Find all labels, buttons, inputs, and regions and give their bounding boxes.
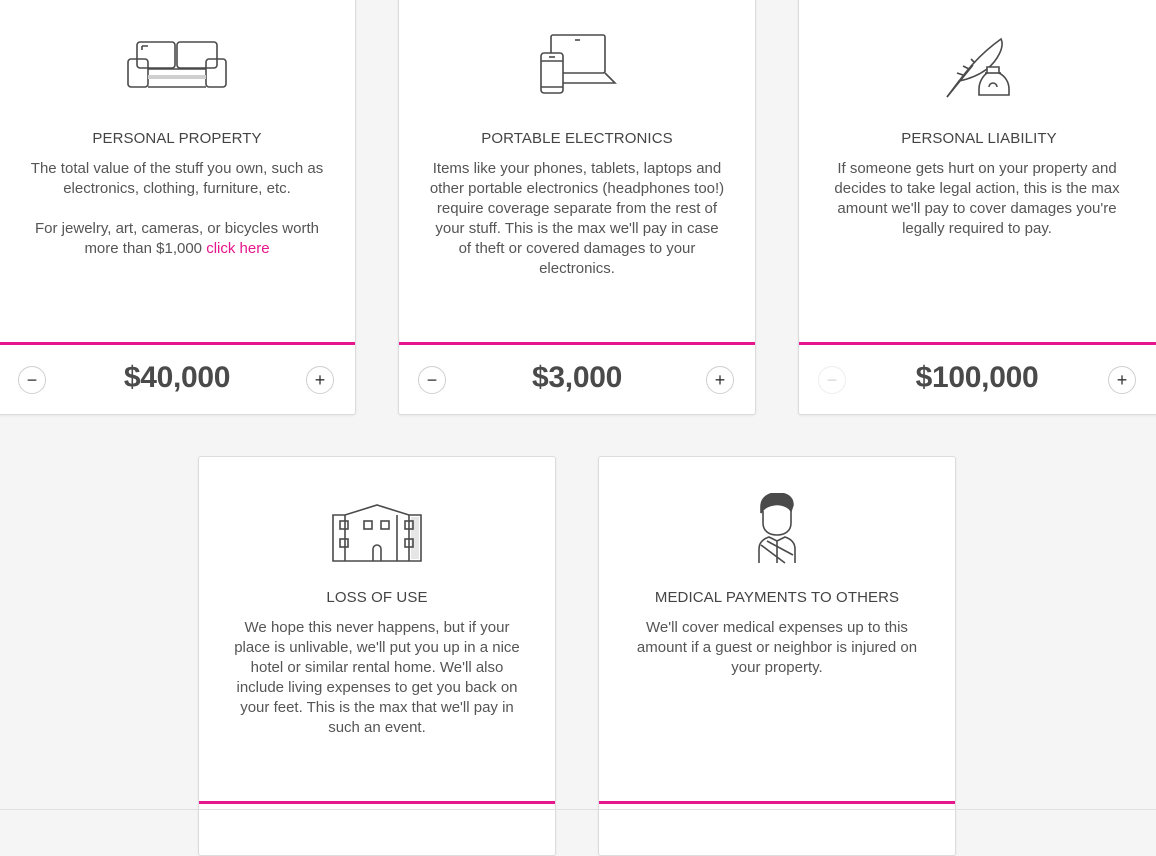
card-description: The total value of the stuff you own, su… xyxy=(30,160,324,257)
card-title: PORTABLE ELECTRONICS xyxy=(481,130,673,147)
card-description-note: For jewelry, art, cameras, or bicycles w… xyxy=(35,220,319,257)
coverage-card-personal-liability: PERSONAL LIABILITY If someone gets hurt … xyxy=(798,0,1156,415)
card-description: Items like your phones, tablets, laptops… xyxy=(429,160,725,277)
coverage-amount: $100,000 xyxy=(915,361,1039,394)
card-description: We'll cover medical expenses up to this … xyxy=(636,619,918,676)
card-title: PERSONAL PROPERTY xyxy=(92,130,262,147)
coverage-card-portable-electronics: PORTABLE ELECTRONICS Items like your pho… xyxy=(398,0,756,415)
coverage-card-personal-property: PERSONAL PROPERTY The total value of the… xyxy=(0,0,356,415)
laptop-phone-icon xyxy=(399,33,755,99)
decrease-button[interactable]: − xyxy=(418,366,446,394)
decrease-button[interactable]: − xyxy=(818,366,846,394)
click-here-link[interactable]: click here xyxy=(206,240,269,257)
injured-person-icon xyxy=(599,493,955,564)
coverage-stepper: − $100,000 + xyxy=(799,345,1156,415)
coverage-stepper: − $3,000 + xyxy=(399,345,755,415)
increase-button[interactable]: + xyxy=(1108,366,1136,394)
card-title: LOSS OF USE xyxy=(326,589,428,606)
couch-icon xyxy=(0,39,355,105)
card-description: If someone gets hurt on your property an… xyxy=(834,160,1120,237)
coverage-stepper: − $40,000 + xyxy=(0,345,355,415)
building-icon xyxy=(199,503,555,569)
accent-divider xyxy=(599,801,955,804)
card-title: MEDICAL PAYMENTS TO OTHERS xyxy=(654,589,900,606)
increase-button[interactable]: + xyxy=(706,366,734,394)
coverage-card-medical-payments: MEDICAL PAYMENTS TO OTHERS We'll cover m… xyxy=(598,456,956,856)
decrease-button[interactable]: − xyxy=(18,366,46,394)
coverage-amount: $40,000 xyxy=(123,361,231,394)
increase-button[interactable]: + xyxy=(306,366,334,394)
coverage-amount: $3,000 xyxy=(532,361,622,394)
card-title: PERSONAL LIABILITY xyxy=(901,130,1057,147)
quill-ink-icon xyxy=(799,35,1156,101)
coverage-card-loss-of-use: LOSS OF USE We hope this never happens, … xyxy=(198,456,556,856)
card-description: We hope this never happens, but if your … xyxy=(234,619,520,736)
accent-divider xyxy=(199,801,555,804)
